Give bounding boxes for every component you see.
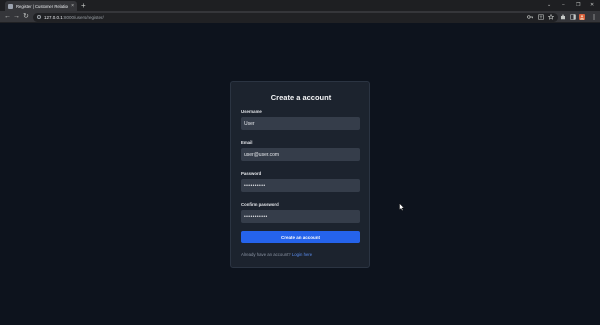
- email-input[interactable]: [241, 148, 360, 161]
- reload-button[interactable]: ↻: [23, 12, 29, 22]
- sidebar-icon[interactable]: [570, 14, 576, 20]
- browser-tab-bar: Register | Customer Relationship × + ⌄ −…: [0, 0, 600, 11]
- email-label: Email: [241, 140, 253, 145]
- address-bar[interactable]: 127.0.0.1:8000/users/register/: [33, 12, 558, 22]
- username-label: Username: [241, 109, 262, 114]
- favicon-icon: [8, 3, 13, 9]
- login-prompt-text: Already have an account?: [241, 252, 291, 257]
- minimize-button[interactable]: −: [562, 1, 565, 9]
- url-path: :8000/users/register/: [62, 14, 104, 20]
- confirm-password-label: Confirm password: [241, 202, 279, 207]
- forward-button[interactable]: →: [13, 12, 20, 22]
- create-account-button[interactable]: Create an account: [241, 231, 360, 243]
- mouse-cursor-icon: [399, 203, 405, 211]
- tab-title: Register | Customer Relationship: [16, 3, 68, 9]
- login-link[interactable]: Login here: [292, 252, 312, 257]
- password-input[interactable]: [241, 179, 360, 192]
- browser-toolbar: ← → ↻ 127.0.0.1:8000/users/register/: [0, 11, 600, 23]
- url-host: 127.0.0.1: [44, 14, 63, 20]
- menu-icon[interactable]: [591, 14, 597, 20]
- page-title: Create a account: [270, 93, 332, 102]
- extension-icon[interactable]: [560, 14, 566, 20]
- chevron-down-icon[interactable]: ⌄: [547, 1, 551, 9]
- close-window-button[interactable]: ✕: [590, 1, 594, 9]
- browser-tab[interactable]: Register | Customer Relationship ×: [5, 1, 77, 11]
- username-input[interactable]: [241, 117, 360, 130]
- site-info-icon[interactable]: [37, 15, 41, 19]
- login-prompt: Already have an account? Login here: [241, 252, 312, 257]
- translate-icon[interactable]: [538, 14, 544, 20]
- profile-icon[interactable]: [579, 14, 585, 20]
- url-text: 127.0.0.1:8000/users/register/: [44, 15, 104, 20]
- confirm-password-input[interactable]: [241, 210, 360, 223]
- key-icon[interactable]: [527, 14, 533, 20]
- maximize-button[interactable]: ❐: [576, 1, 580, 9]
- back-button[interactable]: ←: [4, 12, 11, 22]
- password-label: Password: [241, 171, 262, 176]
- register-card: Create a account Username Email Password…: [230, 81, 370, 268]
- tab-close-icon[interactable]: ×: [71, 3, 74, 9]
- new-tab-button[interactable]: +: [81, 1, 86, 10]
- star-icon[interactable]: [548, 14, 554, 20]
